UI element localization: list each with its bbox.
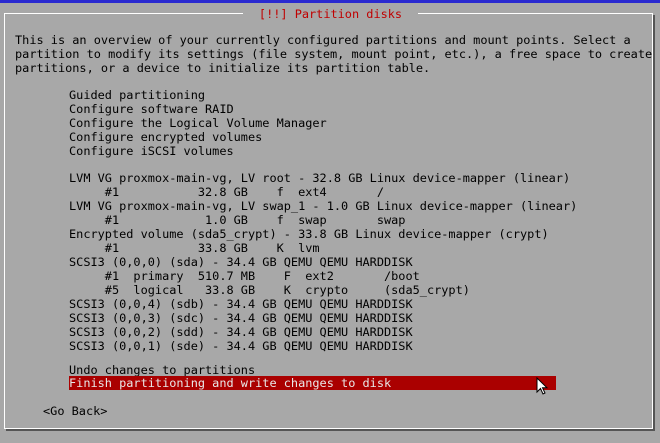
menu-software-raid[interactable]: Configure software RAID — [69, 102, 234, 116]
device-sdc[interactable]: SCSI3 (0,0,3) (sdc) - 34.4 GB QEMU QEMU … — [69, 311, 413, 325]
menu-finish-partitioning[interactable]: Finish partitioning and write changes to… — [69, 376, 556, 390]
partition-sda1[interactable]: #1 primary 510.7 MB F ext2 /boot — [69, 269, 420, 283]
go-back-button[interactable]: <Go Back> — [43, 404, 107, 418]
device-sdb[interactable]: SCSI3 (0,0,4) (sdb) - 34.4 GB QEMU QEMU … — [69, 297, 413, 311]
menu-encrypted-volumes[interactable]: Configure encrypted volumes — [69, 130, 262, 144]
intro-line-2: partition to modify its settings (file s… — [15, 47, 653, 61]
device-sdd[interactable]: SCSI3 (0,0,2) (sdd) - 34.4 GB QEMU QEMU … — [69, 325, 413, 339]
intro-text: This is an overview of your currently co… — [15, 33, 652, 75]
menu-iscsi[interactable]: Configure iSCSI volumes — [69, 144, 234, 158]
dialog-title: [!!] Partition disks — [243, 6, 418, 23]
mouse-pointer-icon — [536, 377, 548, 395]
partition-dialog: [!!] Partition disks This is an overview… — [0, 3, 660, 443]
intro-line-1: This is an overview of your currently co… — [15, 33, 631, 47]
device-lvm-root[interactable]: LVM VG proxmox-main-vg, LV root - 32.8 G… — [69, 171, 570, 185]
menu-undo-changes[interactable]: Undo changes to partitions — [69, 363, 255, 377]
partition-lvm-root-1[interactable]: #1 32.8 GB f ext4 / — [69, 185, 384, 199]
menu-guided-partitioning[interactable]: Guided partitioning — [69, 88, 205, 102]
partition-lvm-swap-1[interactable]: #1 1.0 GB f swap swap — [69, 213, 406, 227]
partition-crypt-1[interactable]: #1 33.8 GB K lvm — [69, 241, 320, 255]
device-encrypted-volume[interactable]: Encrypted volume (sda5_crypt) - 33.8 GB … — [69, 227, 549, 241]
device-sde[interactable]: SCSI3 (0,0,1) (sde) - 34.4 GB QEMU QEMU … — [69, 339, 413, 353]
menu-lvm[interactable]: Configure the Logical Volume Manager — [69, 116, 327, 130]
intro-line-3: partitions, or a device to initialize it… — [15, 61, 431, 75]
device-sda[interactable]: SCSI3 (0,0,0) (sda) - 34.4 GB QEMU QEMU … — [69, 255, 413, 269]
device-lvm-swap[interactable]: LVM VG proxmox-main-vg, LV swap_1 - 1.0 … — [69, 199, 577, 213]
partition-sda5[interactable]: #5 logical 33.8 GB K crypto (sda5_crypt) — [69, 283, 470, 297]
